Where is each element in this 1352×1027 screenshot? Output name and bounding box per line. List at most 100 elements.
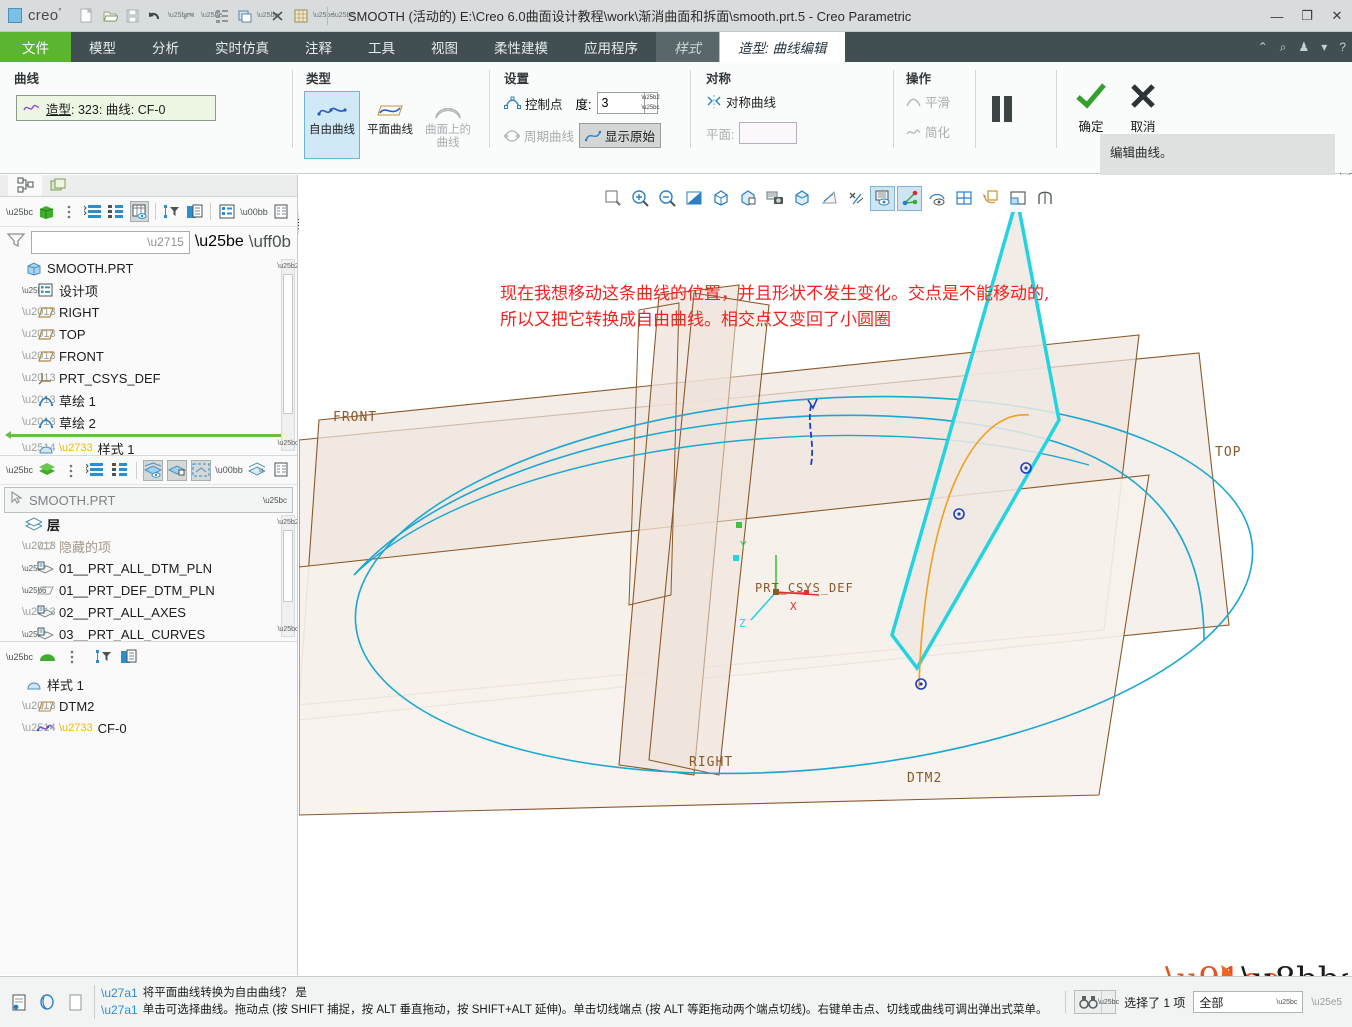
model-tree-tab[interactable] <box>8 174 42 196</box>
layer-props-icon[interactable] <box>247 460 267 481</box>
layer-item-root[interactable]: 层 <box>0 513 297 535</box>
tab-analysis[interactable]: 分析 <box>134 32 197 62</box>
degree-up-icon[interactable]: \u25b2 <box>641 93 659 103</box>
tree-copy-icon[interactable] <box>185 201 204 222</box>
tree-item-front[interactable]: \u2013 FRONT <box>0 345 297 367</box>
tree-detail-icon[interactable] <box>217 201 236 222</box>
tree-collapse-icon[interactable]: \u25bc <box>6 207 33 217</box>
title-dropdown-icon[interactable]: \u25be <box>333 12 354 19</box>
layer-item-hidden[interactable]: \u2013 隐藏的项 <box>0 535 297 557</box>
layer-columns-icon[interactable] <box>109 460 129 481</box>
saved-orientations-icon[interactable] <box>708 186 733 211</box>
calculator-icon[interactable] <box>290 5 312 27</box>
layer-item-all-curves[interactable]: \u25b6 03__PRT_ALL_CURVES <box>0 623 297 642</box>
model-cube-icon[interactable] <box>37 201 56 222</box>
tree-item-top[interactable]: \u2013 TOP <box>0 323 297 345</box>
clear-filter-icon[interactable]: \u2715 <box>147 235 184 249</box>
filter-dropdown-icon[interactable]: \u25be <box>195 233 244 251</box>
window-dropdown-icon[interactable]: \u25be <box>257 12 278 19</box>
zoom-in-icon[interactable] <box>627 186 652 211</box>
split-view-icon[interactable] <box>1005 186 1030 211</box>
degree-down-icon[interactable]: \u25bc <box>642 103 660 113</box>
chevron-down-icon[interactable]: \u25bc <box>263 496 287 505</box>
scrollbar-thumb[interactable] <box>283 274 293 414</box>
plane-display-icon[interactable] <box>870 185 895 211</box>
tab-flexible-modeling[interactable]: 柔性建模 <box>476 32 566 62</box>
section-icon[interactable] <box>1032 186 1057 211</box>
regenerate-icon[interactable] <box>211 5 233 27</box>
tree-item-sketch-1[interactable]: \u2013 草绘 1 <box>0 389 297 411</box>
layers-icon[interactable] <box>37 460 57 481</box>
tab-tools[interactable]: 工具 <box>350 32 413 62</box>
expand-icon[interactable]: \u25b6 <box>22 564 46 573</box>
pause-button[interactable] <box>992 96 1048 122</box>
spin-center-icon[interactable] <box>924 186 949 211</box>
tab-view[interactable]: 视图 <box>413 32 476 62</box>
style-collapse-icon[interactable]: \u25bc <box>6 652 33 662</box>
save-icon[interactable] <box>122 5 144 27</box>
display-style-icon[interactable] <box>789 186 814 211</box>
tab-file[interactable]: 文件 <box>0 32 71 62</box>
scrollbar-thumb[interactable] <box>283 530 293 602</box>
style-item-cf-0[interactable]: \u2514 \u2733 CF-0 <box>0 717 297 739</box>
tree-menu-icon[interactable] <box>60 201 79 222</box>
calculator-dropdown-icon[interactable]: \u25be <box>313 12 334 19</box>
status-paint-icon[interactable] <box>36 990 58 1014</box>
redo-dropdown-icon[interactable]: \u25be <box>201 12 222 19</box>
layer-view-icon[interactable] <box>978 186 1003 211</box>
layer-select-icon[interactable] <box>190 459 212 481</box>
scroll-down-icon[interactable]: \u25bc <box>277 623 297 636</box>
repaint-icon[interactable] <box>681 186 706 211</box>
view-manager-icon[interactable] <box>735 186 760 211</box>
expand-icon[interactable]: \u25b6 <box>22 586 46 595</box>
grid-icon[interactable] <box>951 186 976 211</box>
selection-tool-combo[interactable]: \u25bc <box>1074 990 1119 1014</box>
more-icon[interactable]: \u00bb <box>240 207 268 217</box>
selection-filter-combo[interactable]: 全部 \u25bc <box>1193 991 1304 1013</box>
show-list-icon[interactable] <box>83 201 102 222</box>
status-info-icon[interactable] <box>8 990 30 1014</box>
undo-dropdown-icon[interactable]: \u25be <box>168 12 189 19</box>
add-filter-icon[interactable]: \uff0b <box>249 232 291 252</box>
collapse-ribbon-icon[interactable]: ⌃ <box>1258 40 1268 54</box>
tab-annotation[interactable]: 注释 <box>287 32 350 62</box>
expand-icon[interactable]: \u25b6 <box>22 630 46 639</box>
account-icon[interactable]: ♟ <box>1299 40 1310 54</box>
annotation-display-icon[interactable] <box>843 186 868 211</box>
layer-isolate-icon[interactable] <box>166 459 187 481</box>
style-item-dtm2[interactable]: \u2013 DTM2 <box>0 695 297 717</box>
tree-item-sketch-2[interactable]: \u2013 草绘 2 <box>0 411 297 433</box>
search-icon[interactable]: ⌕ <box>1280 40 1287 55</box>
layer-menu-icon[interactable] <box>61 460 81 481</box>
plane-input[interactable] <box>739 122 798 144</box>
minimize-button[interactable]: — <box>1262 0 1292 32</box>
style-copy-icon[interactable] <box>118 646 139 667</box>
tree-item-right[interactable]: \u2013 RIGHT <box>0 301 297 323</box>
chevron-down-icon[interactable]: \u25bc <box>1276 999 1297 1006</box>
ok-button[interactable]: 确定 <box>1068 82 1114 135</box>
tab-style[interactable]: 样式 <box>656 32 719 62</box>
chevron-down-icon[interactable]: ▾ <box>1321 40 1327 54</box>
more-icon[interactable]: \u00bb <box>215 465 243 475</box>
tree-filter-icon[interactable] <box>162 201 181 222</box>
tree-item-smooth-prt[interactable]: SMOOTH.PRT <box>0 257 297 279</box>
cancel-button[interactable]: 取消 <box>1120 82 1166 135</box>
type-freeform-curve-button[interactable]: 自由曲线 <box>304 91 360 159</box>
tab-model[interactable]: 模型 <box>71 32 134 62</box>
tree-item-prt-csys-def[interactable]: \u2013 PRT_CSYS_DEF <box>0 367 297 389</box>
tab-curve-edit[interactable]: 造型: 曲线编辑 <box>719 32 845 62</box>
scroll-up-icon[interactable]: \u25b2 <box>277 260 297 273</box>
perspective-icon[interactable] <box>816 186 841 211</box>
model-tree-filter-input[interactable]: \u2715 <box>31 230 190 254</box>
type-planar-curve-button[interactable]: 平面曲线 <box>362 91 418 159</box>
maximize-button[interactable]: ❐ <box>1292 0 1322 32</box>
layer-list-icon[interactable] <box>85 460 105 481</box>
folder-browser-tab[interactable] <box>42 174 76 196</box>
style-menu-icon[interactable] <box>62 646 83 667</box>
close-window-icon[interactable] <box>267 5 289 27</box>
tree-item-design-items[interactable]: \u25b6 设计项 <box>0 279 297 301</box>
zoom-out-icon[interactable] <box>654 186 679 211</box>
style-filter-icon[interactable] <box>93 646 114 667</box>
expand-icon[interactable]: \u25b6 <box>22 286 46 295</box>
capture-image-icon[interactable] <box>762 186 787 211</box>
